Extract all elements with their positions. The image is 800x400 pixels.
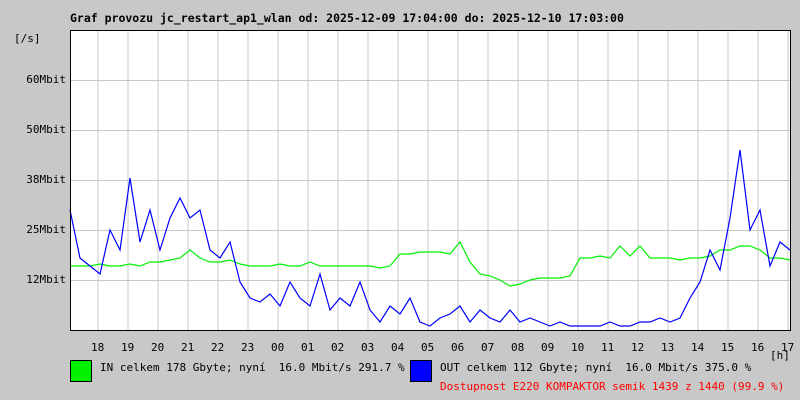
x-tick-label: 06 bbox=[451, 341, 465, 354]
x-tick-label: 16 bbox=[751, 341, 765, 354]
legend-out-swatch bbox=[410, 360, 432, 382]
x-tick-label: 20 bbox=[151, 341, 165, 354]
x-tick-label: 22 bbox=[211, 341, 225, 354]
x-tick-label: 09 bbox=[541, 341, 555, 354]
x-tick-label: 04 bbox=[391, 341, 405, 354]
x-tick-label: 00 bbox=[271, 341, 285, 354]
x-tick-label: 03 bbox=[361, 341, 375, 354]
x-tick-label: 15 bbox=[721, 341, 735, 354]
x-tick-label: 10 bbox=[571, 341, 585, 354]
y-tick-label: 25Mbit bbox=[26, 222, 66, 236]
x-tick-label: 19 bbox=[121, 341, 135, 354]
x-tick-label: 14 bbox=[691, 341, 705, 354]
x-tick-label: 02 bbox=[331, 341, 345, 354]
legend-in-swatch bbox=[70, 360, 92, 382]
y-tick-label: 12Mbit bbox=[26, 272, 66, 286]
x-tick-label: 23 bbox=[241, 341, 255, 354]
availability-text: Dostupnost E220 KOMPAKTOR semik 1439 z 1… bbox=[440, 380, 785, 393]
y-tick-label: 38Mbit bbox=[26, 172, 66, 186]
legend-in-text: IN celkem 178 Gbyte; nyní 16.0 Mbit/s 29… bbox=[100, 361, 405, 374]
y-tick-label: 50Mbit bbox=[26, 122, 66, 136]
x-tick-label: 17 bbox=[781, 341, 795, 354]
x-tick-label: 01 bbox=[301, 341, 315, 354]
x-tick-label: 12 bbox=[631, 341, 645, 354]
x-tick-label: 05 bbox=[421, 341, 435, 354]
x-tick-label: 07 bbox=[481, 341, 495, 354]
x-tick-label: 11 bbox=[601, 341, 615, 354]
legend-out-text: OUT celkem 112 Gbyte; nyní 16.0 Mbit/s 3… bbox=[440, 361, 752, 374]
x-tick-label: 18 bbox=[91, 341, 105, 354]
x-tick-label: 13 bbox=[661, 341, 675, 354]
plot-area bbox=[69, 30, 791, 331]
x-tick-label: 08 bbox=[511, 341, 525, 354]
y-tick-label: 60Mbit bbox=[26, 72, 66, 86]
traffic-chart: Graf provozu jc_restart_ap1_wlan od: 202… bbox=[0, 0, 800, 400]
x-tick-label: 21 bbox=[181, 341, 195, 354]
